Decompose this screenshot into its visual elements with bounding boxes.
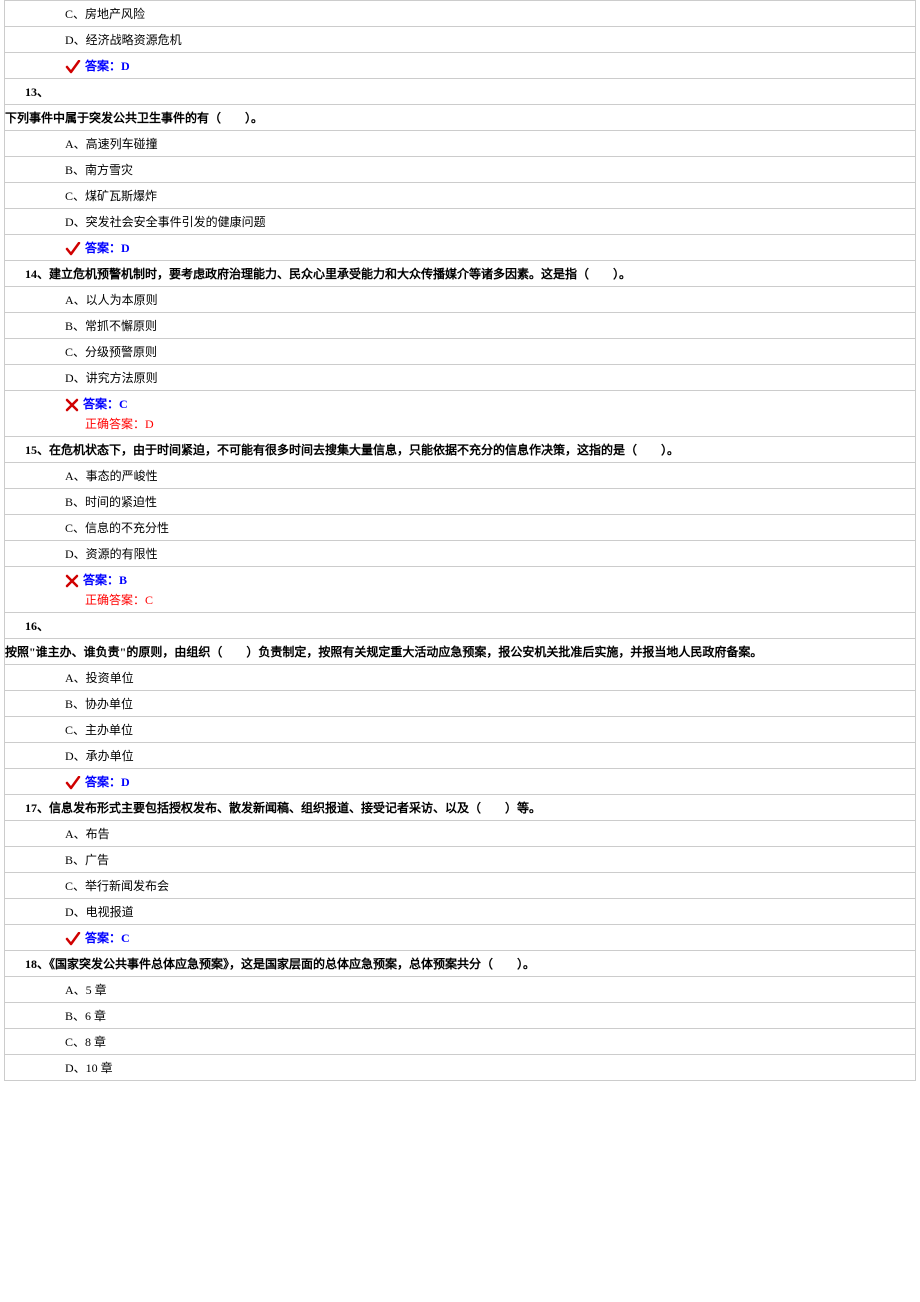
q15-stem-row: 15、在危机状态下，由于时间紧迫，不可能有很多时间去搜集大量信息，只能依据不充分… (4, 437, 916, 463)
q14-option-d: D、讲究方法原则 (4, 365, 916, 391)
q13-option-b: B、南方雪灾 (4, 157, 916, 183)
check-icon (65, 242, 81, 256)
answer-label: 答案：B (83, 573, 127, 587)
q15-answer: 答案：B 正确答案：C (4, 567, 916, 613)
q18-stem: 《国家突发公共事件总体应急预案》，这是国家层面的总体应急预案，总体预案共分（ ）… (49, 957, 535, 971)
q15-option-a: A、事态的严峻性 (4, 463, 916, 489)
q17-stem-row: 17、信息发布形式主要包括授权发布、散发新闻稿、组织报道、接受记者采访、以及（ … (4, 795, 916, 821)
q17-option-a: A、布告 (4, 821, 916, 847)
q13-option-a: A、高速列车碰撞 (4, 131, 916, 157)
q14-stem-row: 14、建立危机预警机制时，要考虑政府治理能力、民众心里承受能力和大众传播媒介等诸… (4, 261, 916, 287)
q17-answer: 答案：C (4, 925, 916, 951)
q12-option-d: D、经济战略资源危机 (4, 27, 916, 53)
q15-option-d: D、资源的有限性 (4, 541, 916, 567)
q18-stem-row: 18、《国家突发公共事件总体应急预案》，这是国家层面的总体应急预案，总体预案共分… (4, 951, 916, 977)
q17-option-d: D、电视报道 (4, 899, 916, 925)
q16-number: 16、 (4, 613, 916, 639)
q15-stem: 在危机状态下，由于时间紧迫，不可能有很多时间去搜集大量信息，只能依据不充分的信息… (49, 443, 679, 457)
q14-answer: 答案：C 正确答案：D (4, 391, 916, 437)
answer-label: 答案：C (83, 397, 128, 411)
q15-option-c: C、信息的不充分性 (4, 515, 916, 541)
q16-option-c: C、主办单位 (4, 717, 916, 743)
cross-icon (65, 574, 79, 588)
q12-answer: 答案：D (4, 53, 916, 79)
check-icon (65, 60, 81, 74)
q14-option-c: C、分级预警原则 (4, 339, 916, 365)
q16-answer: 答案：D (4, 769, 916, 795)
correct-answer-label: 正确答案：C (65, 589, 907, 609)
q14-option-a: A、以人为本原则 (4, 287, 916, 313)
q17-option-b: B、广告 (4, 847, 916, 873)
q12-option-c: C、房地产风险 (4, 0, 916, 27)
q16-option-b: B、协办单位 (4, 691, 916, 717)
answer-label: 答案：D (85, 241, 130, 255)
q15-option-b: B、时间的紧迫性 (4, 489, 916, 515)
answer-label: 答案：D (85, 775, 130, 789)
q13-answer: 答案：D (4, 235, 916, 261)
correct-answer-label: 正确答案：D (65, 413, 907, 433)
answer-label: 答案：D (85, 59, 130, 73)
q13-stem: 下列事件中属于突发公共卫生事件的有（ ）。 (4, 105, 916, 131)
q17-stem: 信息发布形式主要包括授权发布、散发新闻稿、组织报道、接受记者采访、以及（ ）等。 (49, 801, 541, 815)
answer-label: 答案：C (85, 931, 130, 945)
q13-option-c: C、煤矿瓦斯爆炸 (4, 183, 916, 209)
q16-option-d: D、承办单位 (4, 743, 916, 769)
check-icon (65, 776, 81, 790)
q16-option-a: A、投资单位 (4, 665, 916, 691)
q14-stem: 建立危机预警机制时，要考虑政府治理能力、民众心里承受能力和大众传播媒介等诸多因素… (49, 267, 631, 281)
cross-icon (65, 398, 79, 412)
q18-option-b: B、6 章 (4, 1003, 916, 1029)
q16-stem: 按照"谁主办、谁负责"的原则，由组织（ ）负责制定，按照有关规定重大活动应急预案… (4, 639, 916, 665)
q14-option-b: B、常抓不懈原则 (4, 313, 916, 339)
q18-option-a: A、5 章 (4, 977, 916, 1003)
q18-option-d: D、10 章 (4, 1055, 916, 1081)
q13-number: 13、 (4, 79, 916, 105)
q13-option-d: D、突发社会安全事件引发的健康问题 (4, 209, 916, 235)
check-icon (65, 932, 81, 946)
q17-option-c: C、举行新闻发布会 (4, 873, 916, 899)
q18-option-c: C、8 章 (4, 1029, 916, 1055)
